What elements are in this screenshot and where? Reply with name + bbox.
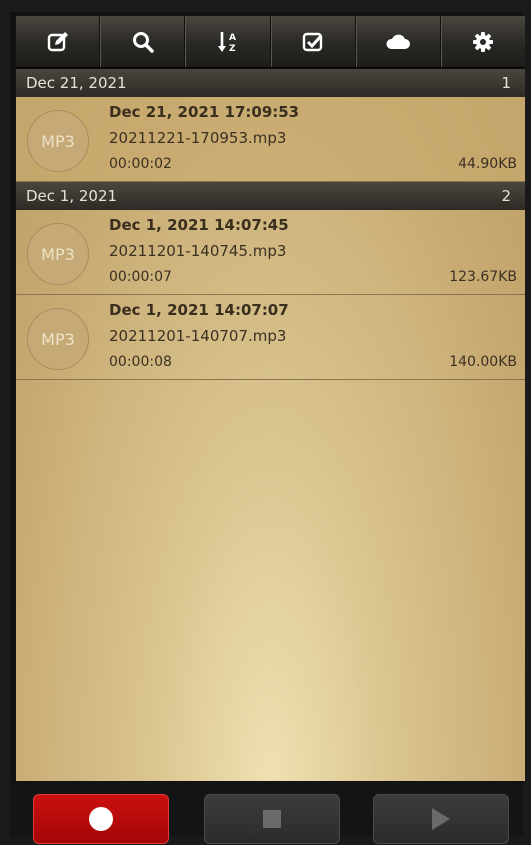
mp3-badge-icon: MP3 [27,223,89,285]
recording-duration: 00:00:07 [109,269,172,285]
recorder-app: A Z Dec 21, 2021 1 MP3 Dec 21, 2021 17:0… [10,12,525,844]
gear-icon [473,31,494,52]
edit-button[interactable] [16,16,101,67]
recordings-list: Dec 21, 2021 1 MP3 Dec 21, 2021 17:09:53… [16,69,525,781]
recording-size: 44.90KB [458,156,517,172]
recording-title: Dec 1, 2021 14:07:45 [109,216,289,234]
recording-item[interactable]: MP3 Dec 1, 2021 14:07:07 20211201-140707… [16,295,525,380]
recording-title: Dec 21, 2021 17:09:53 [109,103,300,121]
settings-button[interactable] [440,16,525,67]
play-button[interactable] [373,794,509,844]
play-icon [432,808,450,830]
svg-text:A: A [229,33,236,43]
playback-controls [10,782,523,844]
recording-duration: 00:00:08 [109,354,172,370]
recording-title: Dec 1, 2021 14:07:07 [109,301,289,319]
toolbar: A Z [16,16,525,68]
group-count: 2 [501,187,511,205]
recording-filename: 20211201-140707.mp3 [109,327,287,345]
record-icon [89,807,113,831]
checkbox-icon [302,32,323,51]
recording-item[interactable]: MP3 Dec 1, 2021 14:07:45 20211201-140745… [16,210,525,295]
record-button[interactable] [33,794,169,844]
cloud-icon [386,34,411,49]
select-button[interactable] [270,16,356,67]
mp3-badge-icon: MP3 [27,308,89,370]
recording-duration: 00:00:02 [109,156,172,172]
recording-size: 123.67KB [449,269,517,285]
recording-filename: 20211201-140745.mp3 [109,242,287,260]
group-date: Dec 1, 2021 [26,187,118,205]
recording-size: 140.00KB [449,354,517,370]
stop-button[interactable] [204,794,340,844]
group-date: Dec 21, 2021 [26,74,127,92]
group-count: 1 [501,74,511,92]
mp3-badge-icon: MP3 [27,110,89,172]
recording-filename: 20211221-170953.mp3 [109,129,287,147]
group-header: Dec 21, 2021 1 [16,69,525,97]
search-button[interactable] [100,16,186,67]
search-icon [132,31,154,53]
group-header: Dec 1, 2021 2 [16,182,525,210]
cloud-button[interactable] [355,16,441,67]
recording-item[interactable]: MP3 Dec 21, 2021 17:09:53 20211221-17095… [16,97,525,182]
stop-icon [263,810,281,828]
svg-text:Z: Z [229,44,236,54]
edit-icon [47,31,68,51]
sort-az-icon: A Z [217,31,236,54]
sort-button[interactable]: A Z [185,16,271,67]
